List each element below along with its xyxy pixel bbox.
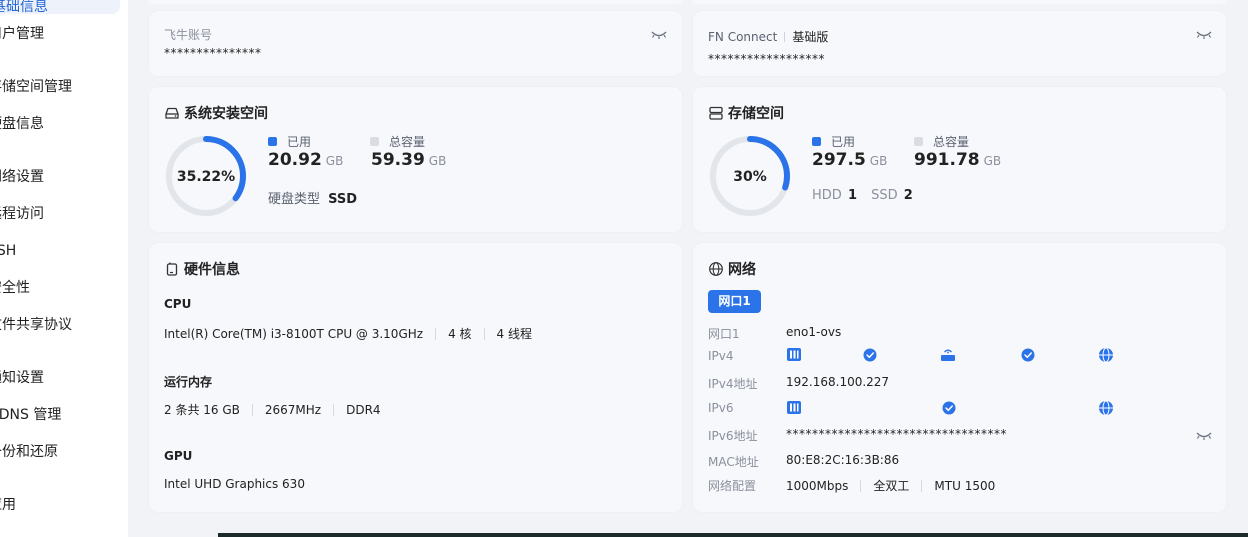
tab-port-1[interactable]: 网口1	[708, 290, 761, 313]
account-label: 飞牛账号	[164, 28, 213, 42]
disk-counts: HDD 1 SSD 2	[812, 188, 913, 203]
system-space-title: 系统安装空间	[164, 103, 268, 123]
sidebar-item-file-sharing[interactable]: 文件共享协议	[0, 315, 72, 335]
sidebar-item-basic-info[interactable]: 基础信息	[0, 0, 120, 15]
sidebar-item-apps[interactable]: 应用	[0, 495, 16, 515]
ipv6-address-label: IPv6地址	[708, 429, 758, 443]
eye-closed-icon[interactable]	[651, 30, 667, 40]
ipv4-label: IPv4	[708, 349, 734, 363]
router-icon	[941, 349, 955, 361]
system-usage-percent: 35.22%	[177, 169, 235, 185]
internet-globe-icon	[1099, 400, 1113, 416]
card-top-partial-right	[692, 0, 1227, 4]
system-space-card: 系统安装空间 35.22% 已用 总容量 20.92 GB 59.39 GB 硬盘类…	[148, 86, 683, 233]
mac-value: 80:E8:2C:16:3B:86	[786, 453, 900, 467]
port-value: eno1-ovs	[786, 325, 842, 339]
eye-closed-icon[interactable]	[1196, 30, 1212, 40]
internet-globe-icon	[1099, 347, 1113, 363]
hardware-title: 硬件信息	[164, 259, 240, 279]
eye-closed-icon[interactable]	[1196, 431, 1212, 441]
globe-icon	[709, 262, 723, 276]
fnconnect-card: FN Connect 基础版 ******************	[692, 10, 1227, 77]
taskbar-edge	[218, 533, 1248, 537]
cpu-info: Intel(R) Core(TM) i3-8100T CPU @ 3.10GHz…	[164, 326, 532, 342]
storage-used-value: 297.5 GB	[812, 150, 888, 170]
ipv4-topology	[787, 347, 1113, 363]
gpu-heading: GPU	[164, 449, 193, 463]
sidebar-item-remote-access[interactable]: 远程访问	[0, 204, 44, 224]
account-card: 飞牛账号 ***************	[148, 10, 683, 77]
storage-usage-percent: 30%	[733, 169, 767, 185]
account-value: ***************	[164, 46, 262, 60]
fnconnect-value: ******************	[708, 52, 825, 66]
fnconnect-label: FN Connect	[708, 29, 778, 44]
sidebar-item-backup-restore[interactable]: 备份和还原	[0, 442, 58, 462]
sidebar-item-notification[interactable]: 通知设置	[0, 368, 44, 388]
ipv4-address-label: IPv4地址	[708, 377, 758, 391]
storage-used-legend: 已用	[812, 133, 855, 150]
storage-usage-ring: 30%	[710, 136, 790, 216]
sidebar: 基础信息 用户管理 存储空间管理 硬盘信息 网络设置 远程访问 SSH 安全性 …	[0, 0, 128, 537]
fnconnect-header: FN Connect 基础版	[708, 28, 828, 45]
sidebar-item-disk-info[interactable]: 硬盘信息	[0, 114, 44, 134]
check-circle-icon	[942, 401, 956, 415]
network-title: 网络	[708, 259, 756, 279]
gpu-info: Intel UHD Graphics 630	[164, 477, 305, 491]
memory-heading: 运行内存	[164, 375, 213, 389]
check-circle-icon	[1021, 348, 1035, 362]
ipv6-address-value: **********************************	[786, 427, 1007, 441]
system-used-legend: 已用	[268, 133, 311, 150]
ipv6-label: IPv6	[708, 401, 734, 415]
ipv6-topology	[787, 400, 1113, 416]
sidebar-item-user-management[interactable]: 用户管理	[0, 24, 44, 44]
sidebar-item-ssh[interactable]: SSH	[0, 241, 16, 261]
system-used-value: 20.92 GB	[268, 150, 344, 170]
memory-info: 2 条共 16 GB 2667MHz DDR4	[164, 402, 381, 418]
ipv4-address-value: 192.168.100.227	[786, 375, 890, 389]
system-total-value: 59.39 GB	[371, 150, 447, 170]
network-card: 网络 网口1 网口1 eno1-ovs IPv4 IPv4地址 192.168.…	[692, 242, 1227, 513]
sidebar-item-ddns[interactable]: DDNS 管理	[0, 405, 61, 425]
nas-device-icon	[787, 401, 801, 414]
device-icon	[166, 262, 178, 276]
sidebar-item-label: 基础信息	[0, 0, 48, 15]
disk-type: 硬盘类型 SSD	[268, 192, 358, 207]
mac-label: MAC地址	[708, 455, 759, 469]
sidebar-item-network-settings[interactable]: 网络设置	[0, 167, 44, 187]
sidebar-item-security[interactable]: 安全性	[0, 278, 30, 298]
cpu-heading: CPU	[164, 297, 192, 311]
check-circle-icon	[863, 348, 877, 362]
storage-space-title: 存储空间	[708, 103, 784, 123]
storage-total-value: 991.78 GB	[914, 150, 1002, 170]
hard-drive-icon	[165, 107, 179, 119]
port-label: 网口1	[708, 327, 740, 341]
network-config-value: 1000Mbps 全双工 MTU 1500	[786, 478, 996, 494]
system-total-legend: 总容量	[370, 133, 425, 150]
storage-icon	[709, 106, 723, 120]
system-usage-ring: 35.22%	[166, 136, 246, 216]
network-config-label: 网络配置	[708, 479, 757, 493]
card-top-partial-left	[148, 0, 683, 4]
storage-total-legend: 总容量	[914, 133, 969, 150]
hardware-card: 硬件信息 CPU Intel(R) Core(TM) i3-8100T CPU …	[148, 242, 683, 513]
nas-device-icon	[787, 348, 801, 361]
fnconnect-edition: 基础版	[792, 30, 829, 44]
main-content: 飞牛账号 *************** FN Connect 基础版 ****…	[128, 0, 1248, 537]
sidebar-item-storage-management[interactable]: 存储空间管理	[0, 77, 72, 97]
storage-space-card: 存储空间 30% 已用 总容量 297.5 GB 991.78 GB HDD 1 S…	[692, 86, 1227, 233]
